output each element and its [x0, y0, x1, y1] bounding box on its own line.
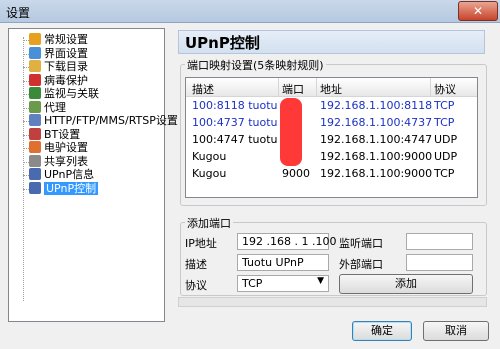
sidebar-item[interactable]: BT设置	[29, 127, 81, 142]
table-cell-proto: TCP	[434, 99, 455, 112]
table-row[interactable]: 100:4747 tuotu 192.168.1.100:4747 UDP	[186, 131, 477, 148]
sidebar-item-label: 共享列表	[44, 154, 88, 168]
sidebar-item[interactable]: 代理	[29, 100, 66, 115]
emule-icon	[29, 141, 41, 153]
sidebar-item[interactable]: 共享列表	[29, 154, 88, 169]
monitor-icon	[29, 87, 41, 99]
table-cell-desc: 100:4747 tuotu	[192, 133, 278, 146]
proxy-icon	[29, 100, 41, 113]
table-cell-desc: 100:4737 tuotu	[192, 116, 278, 129]
sidebar-item-label: UPnP控制	[44, 181, 99, 195]
table-cell-desc: Kugou	[192, 150, 227, 163]
description-field[interactable]: Tuotu UPnP	[237, 254, 329, 271]
listen-port-label: 监听端口	[339, 237, 383, 250]
palette-icon	[29, 46, 41, 59]
sidebar-item[interactable]: HTTP/FTP/MMS/RTSP设置	[29, 114, 178, 128]
table-cell-desc: 100:8118 tuotu	[192, 99, 278, 112]
gear-icon	[29, 33, 41, 45]
cancel-button[interactable]: 取消	[423, 321, 489, 341]
panel-title: UPnP控制	[178, 30, 485, 54]
redaction-mark	[280, 98, 302, 166]
sidebar-item-label: 下载目录	[44, 60, 88, 73]
table-cell-proto: TCP	[434, 167, 455, 180]
shield-icon	[29, 73, 41, 86]
share-list-icon	[29, 154, 41, 167]
ok-button[interactable]: 确定	[352, 321, 412, 341]
add-button[interactable]: 添加	[339, 274, 473, 294]
close-button[interactable]: ✕	[458, 1, 498, 21]
table-row[interactable]: 100:8118 tuotu 192.168.1.100:8118 TCP	[186, 97, 477, 114]
table-header: 描述 端口 地址 协议	[186, 78, 477, 97]
protocol-select[interactable]: TCP ▼	[237, 275, 329, 292]
horizontal-scrollbar[interactable]	[178, 297, 487, 307]
column-header-address[interactable]: 地址	[320, 81, 342, 97]
sidebar-item[interactable]: 电驴设置	[29, 141, 88, 155]
settings-tree: 常规设置 界面设置 下载目录 病毒保护 监视与关联 代理 HTTP/FTP/MMS/RTSP…	[8, 28, 178, 322]
ip-address-field[interactable]: 192 .168 . 1 .100	[237, 233, 336, 250]
table-row[interactable]: Kugou 9000 192.168.1.100:9000 TCP	[186, 165, 477, 182]
table-cell-proto: UDP	[434, 133, 458, 146]
http-icon	[29, 114, 41, 126]
table-cell-addr: 192.168.1.100:4737	[320, 116, 433, 129]
sidebar-item-label: 电驴设置	[44, 141, 88, 154]
folder-icon	[29, 60, 41, 72]
column-header-port[interactable]: 端口	[282, 81, 304, 97]
column-header-protocol[interactable]: 协议	[434, 81, 456, 97]
external-port-label: 外部端口	[339, 258, 383, 271]
sidebar-item[interactable]: UPnP信息	[29, 168, 94, 182]
desc-label: 描述	[185, 258, 207, 271]
sidebar-item-label: 病毒保护	[44, 73, 88, 87]
sidebar-item-label: 代理	[44, 100, 66, 114]
sidebar-item-label: UPnP信息	[44, 168, 95, 181]
title-bar: 设置 ✕	[0, 0, 500, 23]
ip-label: IP地址	[185, 237, 217, 250]
table-cell-desc: Kugou	[192, 167, 227, 180]
table-cell-addr: 192.168.1.100:9000	[320, 167, 433, 180]
table-cell-addr: 192.168.1.100:4747	[320, 133, 433, 146]
sidebar-item-label: 界面设置	[44, 46, 88, 60]
upnp-control-icon	[29, 181, 41, 194]
sidebar-item[interactable]: 界面设置	[29, 46, 88, 61]
port-mapping-group-label: 端口映射设置(5条映射规则)	[185, 57, 326, 73]
sidebar-item-label: HTTP/FTP/MMS/RTSP设置	[44, 114, 178, 127]
column-header-desc[interactable]: 描述	[192, 81, 214, 97]
table-cell-addr: 192.168.1.100:9000	[320, 150, 433, 163]
table-cell-proto: TCP	[434, 116, 455, 129]
external-port-field[interactable]	[406, 254, 473, 271]
chevron-down-icon: ▼	[317, 276, 324, 286]
table-cell-proto: UDP	[434, 150, 458, 163]
add-port-group-label: 添加端口	[185, 215, 233, 231]
table-row[interactable]: Kugou 192.168.1.100:9000 UDP	[186, 148, 477, 165]
table-cell-addr: 192.168.1.100:8118	[320, 99, 433, 112]
port-mapping-table: 描述 端口 地址 协议 100:8118 tuotu 192.168.1.100:…	[185, 77, 478, 198]
protocol-label: 协议	[185, 279, 207, 292]
bt-icon	[29, 127, 41, 140]
tree-connector	[23, 37, 24, 301]
sidebar-item-label: BT设置	[44, 127, 81, 141]
table-row[interactable]: 100:4737 tuotu 192.168.1.100:4737 TCP	[186, 114, 477, 131]
upnp-info-icon	[29, 168, 41, 180]
sidebar-item[interactable]: 常规设置	[29, 33, 88, 47]
sidebar-item-label: 监视与关联	[44, 87, 99, 100]
sidebar-item[interactable]: UPnP控制	[29, 181, 99, 196]
table-cell-port: 9000	[282, 167, 310, 180]
listen-port-field[interactable]	[406, 233, 473, 250]
sidebar-item-label: 常规设置	[44, 33, 88, 46]
protocol-select-value: TCP	[242, 277, 263, 290]
sidebar-item[interactable]: 病毒保护	[29, 73, 88, 88]
window-title: 设置	[6, 6, 31, 20]
sidebar-item[interactable]: 下载目录	[29, 60, 88, 74]
sidebar-item[interactable]: 监视与关联	[29, 87, 99, 101]
